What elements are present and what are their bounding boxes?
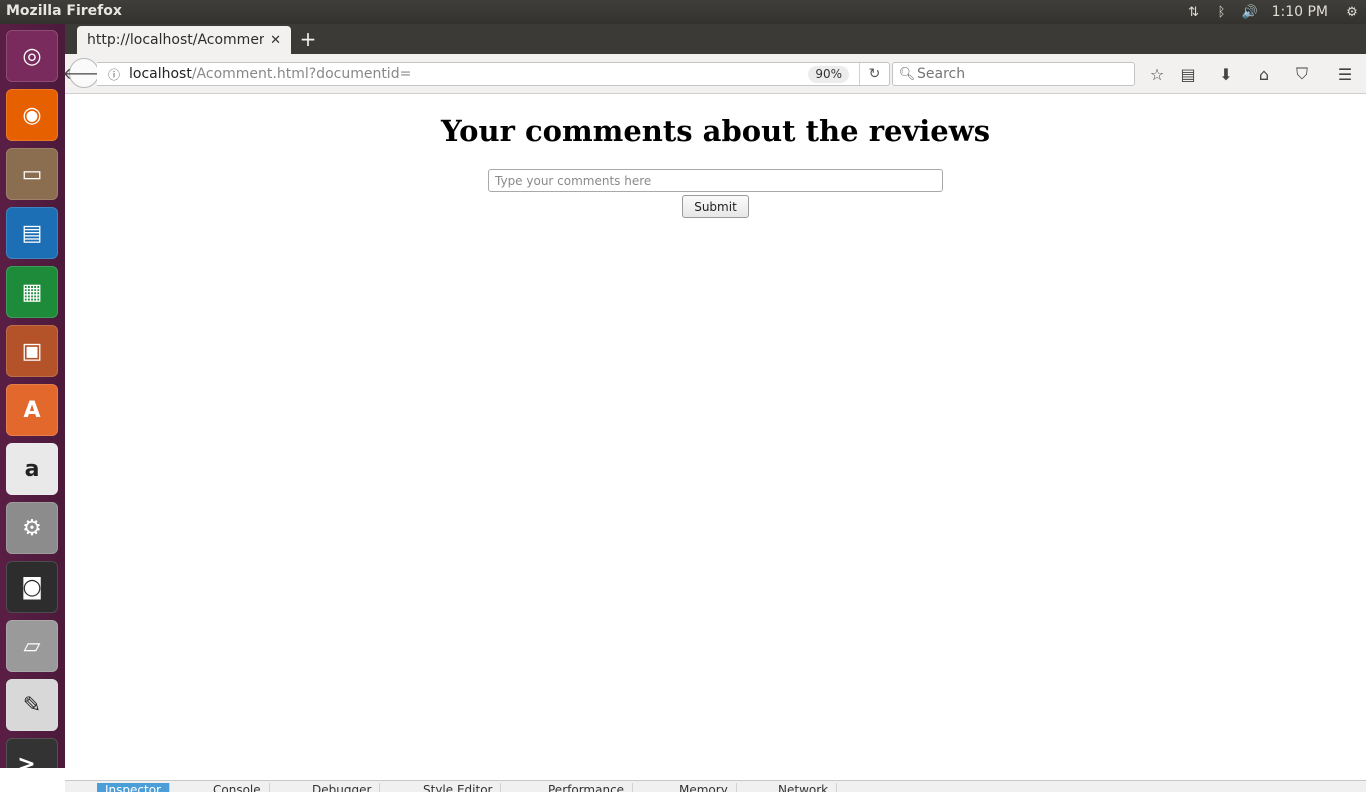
browser-window: http://localhost/Acomment.html ✕ + 🡐 ⓘ l… — [63, 24, 1366, 792]
search-input[interactable] — [917, 66, 1117, 82]
launcher-item-software-center[interactable]: A — [6, 384, 58, 436]
nav-bar: 🡐 ⓘ localhost/Acomment.html?documentid= … — [63, 54, 1366, 94]
devtools-tab-network[interactable]: Network — [770, 783, 838, 792]
launcher-item-terminal[interactable]: >_ — [6, 738, 58, 768]
launcher-item-firefox[interactable]: ◉ — [6, 89, 58, 141]
bookmark-star-icon[interactable]: ☆ — [1143, 62, 1171, 86]
devtools-toolbar: Inspector Console Debugger Style Editor Perf… — [65, 780, 1366, 792]
reload-icon[interactable]: ↻ — [859, 63, 889, 85]
tab-label: http://localhost/Acomment.html — [87, 32, 265, 48]
submit-button[interactable]: Submit — [682, 195, 749, 218]
tab-bar: http://localhost/Acomment.html ✕ + — [65, 24, 1366, 54]
calc-spreadsheet-icon: ▦ — [21, 279, 43, 305]
page-content: Your comments about the reviews Submit — [65, 95, 1366, 780]
amazon-icon: a — [24, 456, 40, 482]
network-icon[interactable]: ⇅ — [1180, 0, 1208, 24]
tab-active[interactable]: http://localhost/Acomment.html ✕ — [77, 26, 291, 54]
download-icon[interactable]: ⬇ — [1212, 62, 1240, 86]
url-host: localhost — [129, 66, 192, 82]
launcher-item-scanner[interactable]: ▱ — [6, 620, 58, 672]
ubuntu-logo-icon: ◎ — [22, 43, 42, 69]
reading-list-icon[interactable]: ▤ — [1174, 62, 1202, 86]
page-title: Your comments about the reviews — [440, 114, 991, 148]
settings-gear-icon[interactable]: ⚙ — [1338, 0, 1366, 24]
indicator-area: ⇅ ᛒ 🔊 1:10 PM ⚙ — [1180, 0, 1366, 24]
launcher-item-text-editor[interactable]: ✎ — [6, 679, 58, 731]
search-icon: 🔍︎ — [898, 66, 916, 82]
devtools-tab-performance[interactable]: Performance — [540, 783, 634, 792]
launcher-item-writer[interactable]: ▤ — [6, 207, 58, 259]
close-icon[interactable]: ✕ — [270, 33, 281, 48]
devtools-tab-memory[interactable]: Memory — [671, 783, 737, 792]
devtools-tab-style-editor[interactable]: Style Editor — [415, 783, 502, 792]
text-editor-icon: ✎ — [22, 692, 42, 718]
bluetooth-icon[interactable]: ᛒ — [1208, 0, 1236, 24]
launcher-item-system-settings[interactable]: ⚙ — [6, 502, 58, 554]
launcher-item-amazon[interactable]: a — [6, 443, 58, 495]
launcher-item-files[interactable]: ▭ — [6, 148, 58, 200]
top-panel: Mozilla Firefox ⇅ ᛒ 🔊 1:10 PM ⚙ — [0, 0, 1366, 24]
comment-input[interactable] — [488, 169, 943, 192]
menu-hamburger-icon[interactable]: ☰ — [1331, 62, 1359, 86]
window-title: Mozilla Firefox — [6, 3, 122, 19]
info-icon[interactable]: ⓘ — [103, 66, 125, 83]
launcher-item-impress[interactable]: ▣ — [6, 325, 58, 377]
new-tab-button[interactable]: + — [297, 28, 319, 50]
url-bar[interactable]: ⓘ localhost/Acomment.html?documentid= 90… — [97, 62, 890, 86]
terminal-icon: >_ — [17, 751, 47, 769]
shopping-bag-icon: A — [23, 397, 41, 423]
impress-presentation-icon: ▣ — [21, 338, 43, 364]
safe-icon: ◙ — [21, 574, 43, 600]
file-cabinet-icon: ▭ — [21, 161, 43, 187]
writer-document-icon: ▤ — [21, 220, 43, 246]
launcher-item-ubuntu-dash[interactable]: ◎ — [6, 30, 58, 82]
url-path: /Acomment.html?documentid= — [191, 66, 412, 82]
devtools-tab-console[interactable]: Console — [205, 783, 270, 792]
home-icon[interactable]: ⌂ — [1250, 62, 1278, 86]
clock[interactable]: 1:10 PM — [1264, 4, 1338, 20]
volume-icon[interactable]: 🔊 — [1236, 0, 1264, 24]
zoom-indicator[interactable]: 90% — [808, 66, 849, 83]
scanner-icon: ▱ — [23, 633, 41, 659]
firefox-icon: ◉ — [22, 102, 42, 128]
search-bar[interactable]: 🔍︎ — [892, 62, 1135, 86]
pocket-icon[interactable]: ⛉ — [1288, 62, 1316, 86]
devtools-tab-debugger[interactable]: Debugger — [304, 783, 381, 792]
wrench-gear-icon: ⚙ — [22, 515, 42, 541]
launcher-item-disk-manager[interactable]: ◙ — [6, 561, 58, 613]
back-button[interactable]: 🡐 — [63, 58, 105, 88]
launcher-item-calc[interactable]: ▦ — [6, 266, 58, 318]
launcher: ◎ ◉ ▭ ▤ ▦ ▣ Aa ⚙ ◙ ▱ ✎ >_ — [0, 24, 65, 768]
devtools-tab-inspector[interactable]: Inspector — [97, 783, 170, 792]
